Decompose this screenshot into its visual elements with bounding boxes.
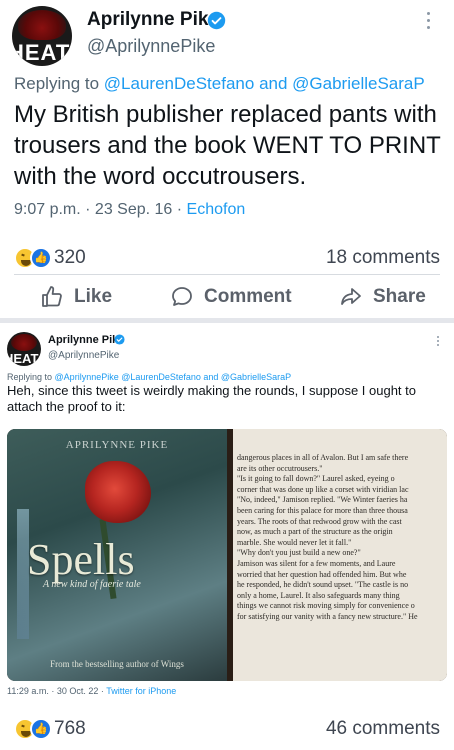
book-page: dangerous places in all of Avalon. But I…: [233, 429, 447, 681]
more-vertical-icon[interactable]: [425, 12, 431, 32]
mention-links[interactable]: @AprilynnePike @LaurenDeStefano and @Gab…: [55, 372, 292, 382]
avatar-flower: [18, 10, 66, 40]
thumbs-up-icon: [42, 286, 62, 307]
reaction-icons[interactable]: 👍: [14, 718, 54, 742]
page-line: years. The roots of that redwood grow wi…: [237, 516, 402, 526]
page-line: things we cannot risk moving simply for …: [237, 601, 415, 611]
verified-badge-icon: [207, 11, 226, 30]
comment-label: Comment: [204, 286, 292, 307]
author-name[interactable]: Aprilynne Pike: [48, 334, 124, 346]
page-line: now, as much a part of the structure as …: [237, 527, 393, 537]
tweet-source[interactable]: Echofon: [187, 201, 246, 218]
like-button[interactable]: Like: [40, 282, 112, 312]
avatar[interactable]: HEAT: [12, 6, 72, 66]
rose-illustration: [85, 461, 151, 523]
reaction-summary: 👍 320 18 comments: [0, 241, 454, 277]
book-cover: APRILYNNE PIKE Spells A new kind of faer…: [7, 429, 227, 681]
reply-and: and: [259, 74, 288, 93]
embedded-tweet-1: HEAT Aprilynne Pike @AprilynnePike Reply…: [0, 0, 454, 236]
reply-prefix: Replying to: [14, 74, 100, 93]
avatar-logo-text: HEAT: [12, 40, 71, 65]
post-separator: [0, 318, 454, 323]
tweet-source[interactable]: Twitter for iPhone: [106, 686, 176, 696]
tweet-text: Heh, since this tweet is weirdly making …: [7, 383, 416, 414]
cover-tagline: A new kind of faerie tale: [43, 579, 141, 590]
verified-badge-icon: [114, 334, 125, 345]
page-line: been caring for this palace for more tha…: [237, 505, 408, 515]
avatar-flower: [11, 334, 37, 351]
page-line: corner that was done up like a corset wi…: [237, 484, 409, 494]
page-line: he responded, he didn't sound upset. "Th…: [237, 580, 409, 590]
reaction-count[interactable]: 320: [54, 247, 86, 269]
comment-count[interactable]: 46 comments: [326, 718, 440, 740]
page-line: for satisfying our vanity with a fancy n…: [237, 611, 418, 621]
page-line: "Why don't you just build a new one?": [237, 548, 361, 558]
avatar-logo-text: HEAT: [7, 351, 39, 366]
mention-link[interactable]: @GabrielleSaraP: [292, 74, 425, 93]
reaction-count[interactable]: 768: [54, 718, 86, 740]
tweet-photo[interactable]: APRILYNNE PIKE Spells A new kind of faer…: [7, 429, 447, 681]
author-handle[interactable]: @AprilynnePike: [48, 350, 119, 361]
author-handle[interactable]: @AprilynnePike: [87, 36, 215, 57]
reply-context: Replying to @LaurenDeStefano and @Gabrie…: [14, 74, 425, 94]
cover-author: APRILYNNE PIKE: [65, 439, 169, 451]
avatar[interactable]: HEAT: [7, 332, 41, 366]
comment-count[interactable]: 18 comments: [326, 247, 440, 269]
tweet-timestamp[interactable]: 9:07 p.m. · 23 Sep. 16 ·: [14, 201, 182, 218]
share-arrow-icon: [341, 288, 361, 305]
cover-bottom-line: From the bestselling author of Wings: [50, 659, 184, 669]
tweet-text: My British publisher replaced pants with…: [14, 101, 441, 190]
like-reaction-icon: 👍: [30, 247, 52, 269]
page-line: dangerous places in all of Avalon. But I…: [237, 453, 409, 462]
divider: [14, 274, 440, 275]
page-line: "No, indeed," Jamison replied. "We Winte…: [237, 495, 408, 505]
page-line: only a home, Laurel. It also safeguards …: [237, 590, 400, 600]
like-reaction-icon: 👍: [30, 718, 52, 740]
page-line: worried that her question had offended h…: [237, 569, 407, 579]
tweet-timestamp[interactable]: 11:29 a.m. · 30 Oct. 22 ·: [7, 686, 104, 696]
page-line: marble. She would never let it fall.": [237, 537, 352, 547]
action-bar: Like Comment Share: [0, 282, 454, 312]
reply-prefix: Replying to: [7, 372, 53, 382]
tweet-meta: 9:07 p.m. · 23 Sep. 16 · Echofon: [14, 201, 245, 219]
reply-context: Replying to @AprilynnePike @LaurenDeStef…: [7, 372, 291, 382]
reaction-icons[interactable]: 👍: [14, 247, 54, 271]
page-line: "Is it going to fall down?" Laurel asked…: [237, 474, 395, 484]
author-name[interactable]: Aprilynne Pike: [87, 9, 219, 31]
comment-bubble-icon: [172, 287, 192, 306]
page-line: are its other occutrousers.": [237, 463, 323, 473]
mention-link[interactable]: @LaurenDeStefano: [104, 74, 255, 93]
more-vertical-icon[interactable]: [436, 336, 440, 348]
comment-button[interactable]: Comment: [170, 282, 292, 312]
reaction-summary: 👍 768 46 comments: [0, 712, 454, 748]
share-label: Share: [373, 286, 426, 307]
tweet-meta: 11:29 a.m. · 30 Oct. 22 · Twitter for iP…: [7, 686, 176, 696]
cover-title: Spells: [27, 535, 135, 584]
share-button[interactable]: Share: [339, 282, 426, 312]
like-label: Like: [74, 286, 113, 307]
page-line: Jamison was silent for a few moments, an…: [237, 558, 396, 568]
